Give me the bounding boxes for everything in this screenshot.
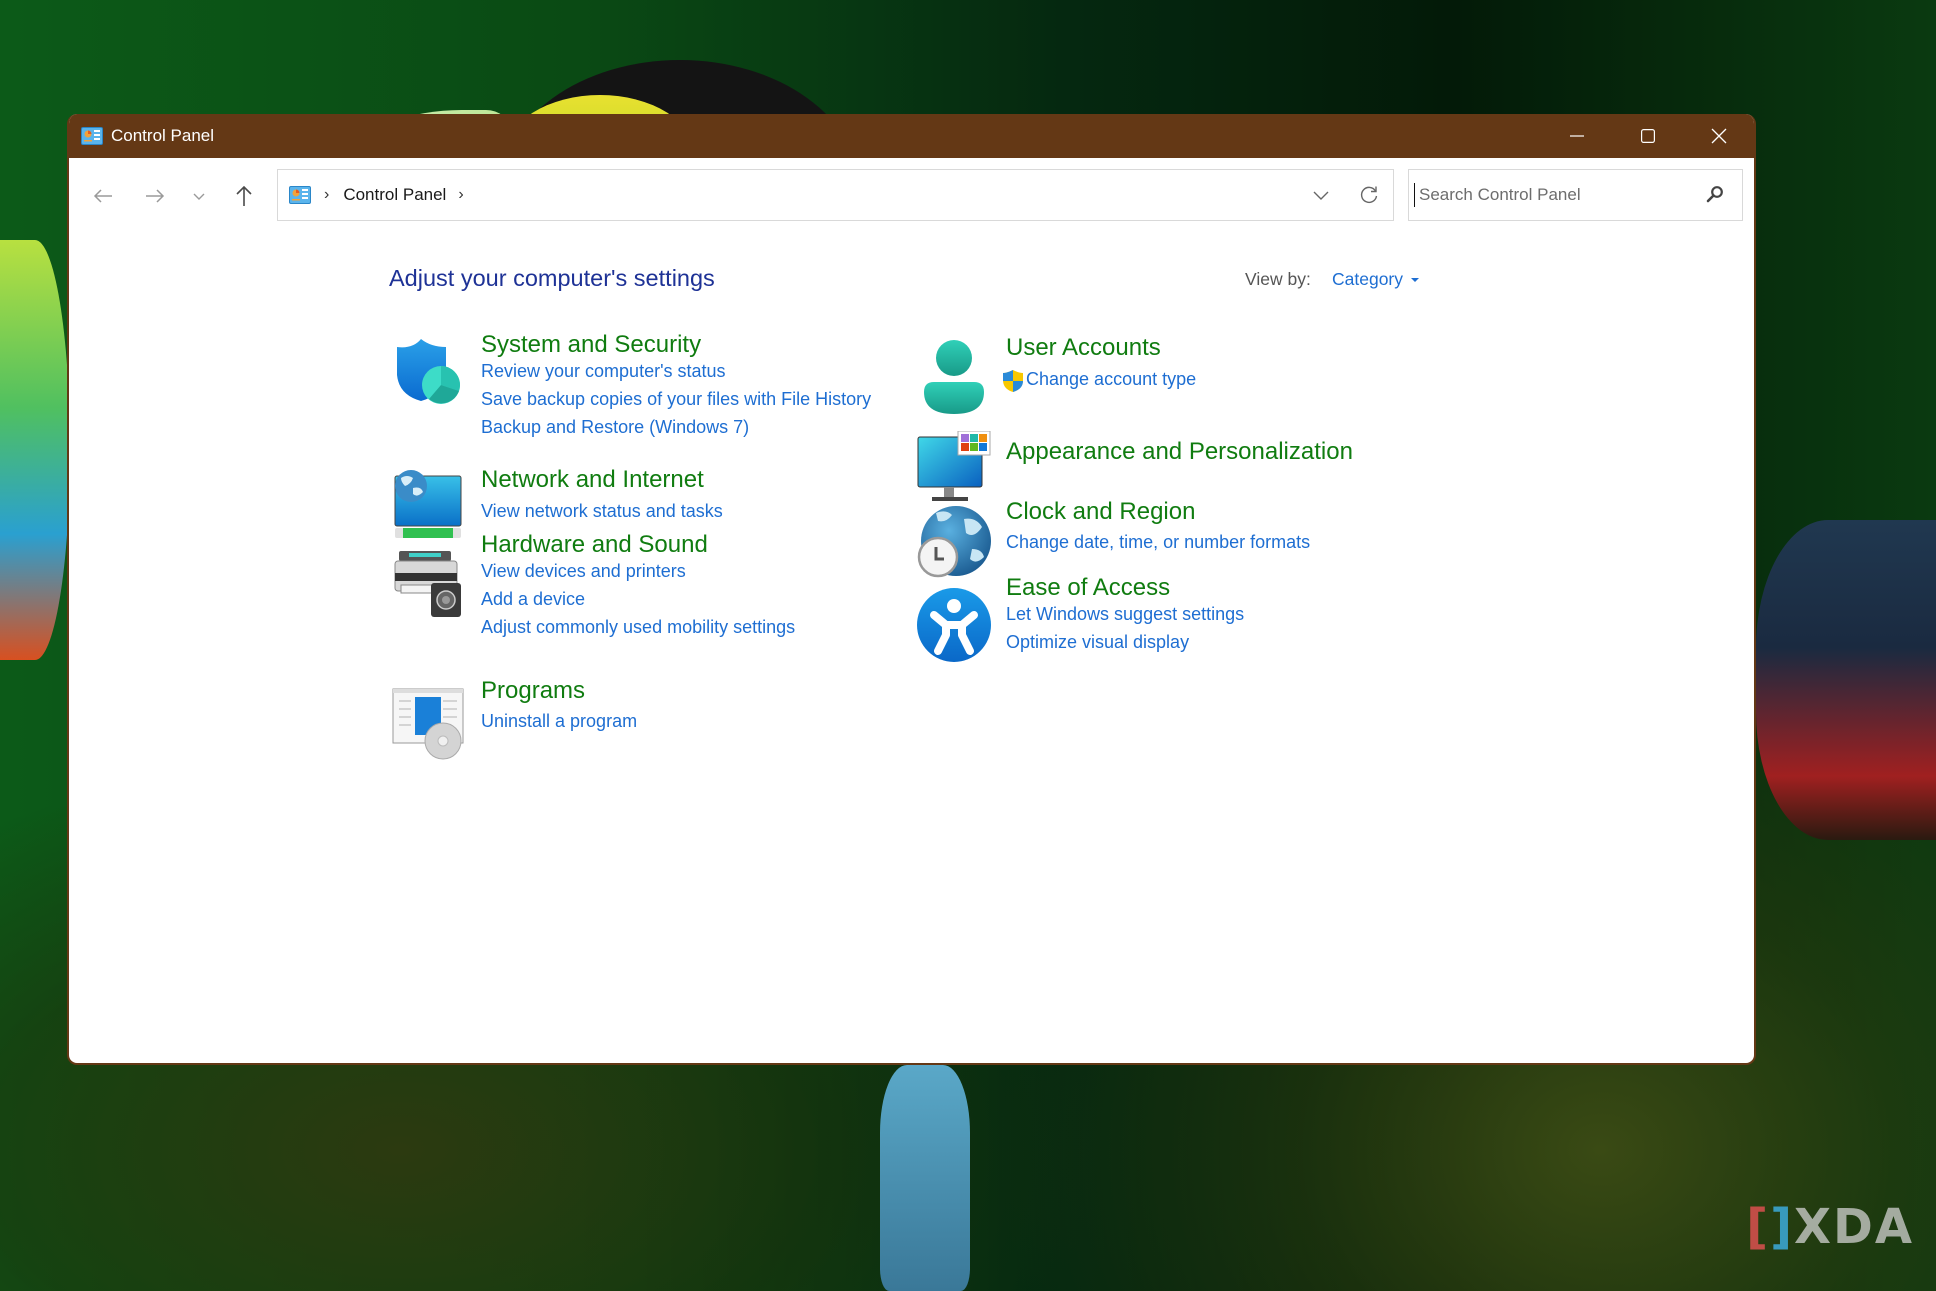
category-link[interactable]: Change account type <box>1026 369 1196 390</box>
xda-watermark: []XDA <box>1746 1199 1914 1255</box>
maximize-button[interactable] <box>1612 114 1683 158</box>
monitor-palette-icon <box>917 431 991 501</box>
search-input[interactable] <box>1414 183 1691 207</box>
back-button[interactable] <box>85 178 121 214</box>
search-icon[interactable] <box>1706 185 1724 203</box>
breadcrumb-separator[interactable]: › <box>324 186 329 204</box>
recent-locations-button[interactable] <box>181 178 217 214</box>
network-globe-icon <box>394 470 462 538</box>
category-title[interactable]: Ease of Access <box>1006 574 1170 602</box>
chevron-down-icon <box>1313 191 1329 200</box>
up-arrow-icon <box>236 185 252 206</box>
forward-button[interactable] <box>137 178 173 214</box>
maximize-icon <box>1640 129 1655 143</box>
close-icon <box>1711 128 1726 144</box>
navigation-bar: › Control Panel › <box>69 158 1754 232</box>
control-panel-window: Control Panel › Control Panel › Search C… <box>67 114 1756 1065</box>
category-link[interactable]: Change date, time, or number formats <box>1006 532 1310 553</box>
category-title[interactable]: System and Security <box>481 331 701 359</box>
category-link[interactable]: View devices and printers <box>481 561 686 582</box>
refresh-button[interactable] <box>1345 171 1393 219</box>
forward-arrow-icon <box>146 189 165 203</box>
wallpaper-bird-foot <box>880 1065 970 1291</box>
category-link[interactable]: Review your computer's status <box>481 361 726 382</box>
page-heading: Adjust your computer's settings <box>389 265 715 291</box>
title-bar[interactable]: Control Panel <box>69 114 1754 158</box>
breadcrumb-control-panel[interactable]: Control Panel <box>343 185 446 205</box>
view-by-dropdown[interactable]: Category <box>1332 269 1420 290</box>
minimize-button[interactable] <box>1541 114 1612 158</box>
programs-disc-icon <box>392 688 464 760</box>
view-by-label: View by: <box>1245 269 1311 289</box>
refresh-icon <box>1360 186 1378 204</box>
category-link[interactable]: Add a device <box>481 589 585 610</box>
printer-speaker-icon <box>394 551 461 617</box>
up-button[interactable] <box>226 178 262 214</box>
close-button[interactable] <box>1683 114 1754 158</box>
window-title: Control Panel <box>111 126 215 145</box>
search-box[interactable] <box>1408 169 1743 221</box>
address-bar[interactable]: › Control Panel › <box>277 169 1394 221</box>
wallpaper-beak-left <box>0 240 70 660</box>
category-link[interactable]: Uninstall a program <box>481 711 637 732</box>
category-link[interactable]: Adjust commonly used mobility settings <box>481 617 795 638</box>
main-content: Adjust your computer's settings View by:… <box>69 232 1754 1063</box>
category-link[interactable]: Backup and Restore (Windows 7) <box>481 417 749 438</box>
address-dropdown-button[interactable] <box>1297 171 1345 219</box>
back-arrow-icon <box>93 189 112 203</box>
breadcrumb-separator[interactable]: › <box>458 186 463 204</box>
category-link[interactable]: Save backup copies of your files with Fi… <box>481 389 871 410</box>
uac-shield-icon <box>1003 370 1023 392</box>
category-title[interactable]: Clock and Region <box>1006 498 1195 526</box>
category-title[interactable]: Appearance and Personalization <box>1006 438 1353 466</box>
category-title[interactable]: Hardware and Sound <box>481 531 708 559</box>
category-title[interactable]: User Accounts <box>1006 334 1161 362</box>
chevron-down-icon <box>193 193 205 200</box>
wallpaper-bird-right <box>1756 520 1936 840</box>
user-icon <box>924 340 984 414</box>
control-panel-icon <box>81 127 103 145</box>
category-title[interactable]: Network and Internet <box>481 466 704 494</box>
category-link[interactable]: Let Windows suggest settings <box>1006 604 1244 625</box>
category-link[interactable]: Optimize visual display <box>1006 632 1189 653</box>
category-link[interactable]: View network status and tasks <box>481 501 723 522</box>
category-title[interactable]: Programs <box>481 677 585 705</box>
minimize-icon <box>1569 135 1584 137</box>
globe-clock-icon <box>917 506 991 578</box>
view-by-value[interactable]: Category <box>1332 269 1403 290</box>
accessibility-icon <box>917 588 991 662</box>
caret-down-icon <box>1411 277 1420 282</box>
control-panel-icon <box>289 186 311 204</box>
shield-icon <box>397 339 460 404</box>
